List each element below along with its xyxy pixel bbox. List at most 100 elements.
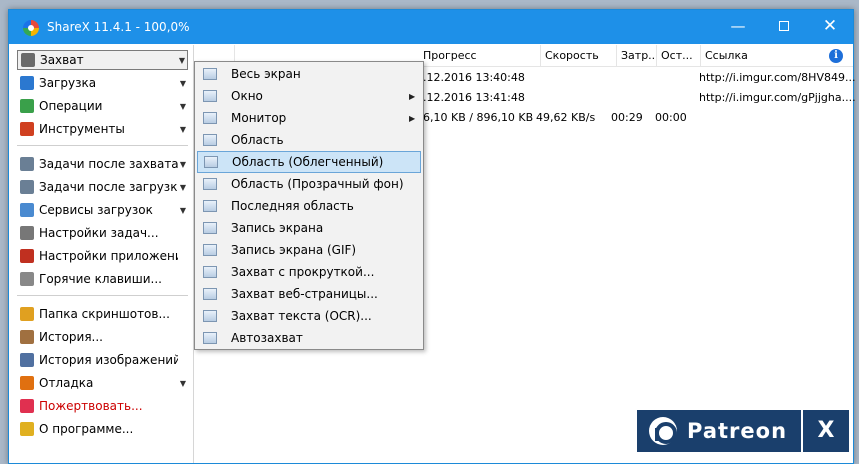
menu-item-screen-recording[interactable]: Запись экрана bbox=[197, 217, 421, 239]
sidebar-item-after-upload-tasks[interactable]: Задачи после загрузки ▼ bbox=[17, 177, 188, 197]
menu-item-webpage-capture[interactable]: Захват веб-страницы... bbox=[197, 283, 421, 305]
close-button[interactable]: ✕ bbox=[807, 10, 853, 44]
menu-item-label: Область (Облегченный) bbox=[232, 155, 384, 169]
sidebar-item-label: Загрузка bbox=[39, 76, 97, 90]
folder-icon bbox=[20, 307, 34, 321]
cell-speed: 49,62 KB/s bbox=[536, 111, 596, 124]
menu-item-region[interactable]: Область bbox=[197, 129, 421, 151]
sidebar-item-about[interactable]: О программе... bbox=[17, 419, 188, 439]
menu-item-window[interactable]: Окно ▶ bbox=[197, 85, 421, 107]
menu-item-last-region[interactable]: Последняя область bbox=[197, 195, 421, 217]
crown-icon bbox=[20, 422, 34, 436]
menu-item-label: Последняя область bbox=[231, 199, 354, 213]
menu-item-label: Автозахват bbox=[231, 331, 303, 345]
info-icon[interactable]: i bbox=[829, 49, 843, 63]
sidebar-item-debug[interactable]: Отладка ▼ bbox=[17, 373, 188, 393]
column-header-speed[interactable]: Скорость bbox=[541, 45, 617, 67]
patreon-banner[interactable]: Patreon X bbox=[635, 408, 851, 454]
monitor-icon bbox=[203, 68, 217, 80]
tasks-icon bbox=[20, 157, 34, 171]
menu-item-label: Область (Прозрачный фон) bbox=[231, 177, 404, 191]
sidebar-item-capture[interactable]: Захват ▼ bbox=[17, 50, 188, 70]
sidebar-item-label: Захват bbox=[40, 53, 84, 67]
video-icon bbox=[203, 222, 217, 234]
sidebar-item-after-capture-tasks[interactable]: Задачи после захвата ▼ bbox=[17, 154, 188, 174]
menu-item-region-transparent[interactable]: Область (Прозрачный фон) bbox=[197, 173, 421, 195]
history-icon bbox=[20, 330, 34, 344]
menu-item-monitor[interactable]: Монитор ▶ bbox=[197, 107, 421, 129]
heart-icon bbox=[20, 399, 34, 413]
chevron-down-icon: ▼ bbox=[179, 378, 187, 388]
maximize-button[interactable] bbox=[761, 10, 807, 44]
image-history-icon bbox=[20, 353, 34, 367]
column-header-elapsed[interactable]: Затр... bbox=[617, 45, 657, 67]
sidebar-item-label: Отладка bbox=[39, 376, 94, 390]
sidebar-item-upload[interactable]: Загрузка ▼ bbox=[17, 73, 188, 93]
sidebar-item-image-history[interactable]: История изображений... bbox=[17, 350, 188, 370]
patreon-label: Patreon bbox=[687, 419, 788, 443]
column-header-remaining[interactable]: Ост... bbox=[657, 45, 701, 67]
sidebar-menu: Захват ▼ Загрузка ▼ Операции ▼ Инструменты ▼ Зад… bbox=[9, 45, 194, 463]
chevron-right-icon: ▶ bbox=[409, 113, 416, 123]
upload-icon bbox=[20, 76, 34, 90]
menu-item-label: Захват веб-страницы... bbox=[231, 287, 378, 301]
cell-progress: 96,10 KB / 896,10 KB bbox=[416, 111, 534, 124]
cell-elapsed: 00:29 bbox=[611, 111, 643, 124]
menu-item-label: Захват текста (OCR)... bbox=[231, 309, 372, 323]
sidebar-item-label: История изображений... bbox=[39, 353, 178, 367]
maximize-icon bbox=[779, 20, 789, 31]
sidebar-item-history[interactable]: История... bbox=[17, 327, 188, 347]
toolbox-icon bbox=[20, 122, 34, 136]
sidebar-divider bbox=[17, 145, 188, 146]
menu-item-auto-capture[interactable]: Автозахват bbox=[197, 327, 421, 349]
menu-item-label: Весь экран bbox=[231, 67, 301, 81]
sidebar-item-label: Папка скриншотов... bbox=[39, 307, 170, 321]
menu-item-scrolling-capture[interactable]: Захват с прокруткой... bbox=[197, 261, 421, 283]
text-icon bbox=[203, 310, 217, 322]
chevron-down-icon: ▼ bbox=[179, 78, 187, 88]
bug-icon bbox=[20, 376, 34, 390]
column-header-progress[interactable]: Прогресс bbox=[419, 45, 541, 67]
sidebar-item-application-settings[interactable]: Настройки приложения... bbox=[17, 246, 188, 266]
sharex-logo-icon bbox=[23, 20, 39, 36]
display-icon bbox=[203, 112, 217, 124]
sidebar-item-hotkey-settings[interactable]: Горячие клавиши... bbox=[17, 269, 188, 289]
wrench-icon bbox=[20, 226, 34, 240]
menu-item-label: Монитор bbox=[231, 111, 287, 125]
patreon-close-x[interactable]: X bbox=[801, 410, 849, 452]
sidebar-divider bbox=[17, 295, 188, 296]
menu-item-label: Окно bbox=[231, 89, 263, 103]
menu-item-region-light[interactable]: Область (Облегченный) bbox=[197, 151, 421, 173]
cloud-icon bbox=[20, 203, 34, 217]
sidebar-item-label: История... bbox=[39, 330, 103, 344]
keyboard-icon bbox=[20, 272, 34, 286]
minimize-button[interactable]: — bbox=[715, 10, 761, 44]
capture-submenu: Весь экран Окно ▶ Монитор ▶ Область Область (О… bbox=[194, 61, 424, 350]
region-icon bbox=[203, 200, 217, 212]
tasks-icon bbox=[20, 180, 34, 194]
menu-item-screen-recording-gif[interactable]: Запись экрана (GIF) bbox=[197, 239, 421, 261]
title-bar[interactable]: ShareX 11.4.1 - 100,0% — ✕ bbox=[9, 10, 853, 44]
globe-icon bbox=[203, 288, 217, 300]
tools-icon bbox=[20, 249, 34, 263]
chevron-down-icon: ▼ bbox=[179, 124, 187, 134]
sidebar-item-task-settings[interactable]: Настройки задач... bbox=[17, 223, 188, 243]
patreon-logo-icon bbox=[649, 417, 677, 445]
region-icon bbox=[204, 156, 218, 168]
sidebar-item-workflows[interactable]: Операции ▼ bbox=[17, 96, 188, 116]
sidebar-item-donate[interactable]: Пожертвовать... bbox=[17, 396, 188, 416]
menu-item-text-capture-ocr[interactable]: Захват текста (OCR)... bbox=[197, 305, 421, 327]
sidebar-item-tools[interactable]: Инструменты ▼ bbox=[17, 119, 188, 139]
sidebar-item-label: Пожертвовать... bbox=[39, 399, 143, 413]
column-header-link[interactable]: Ссылка bbox=[701, 45, 849, 67]
sidebar-item-label: Операции bbox=[39, 99, 103, 113]
sharex-window: ShareX 11.4.1 - 100,0% — ✕ Захват ▼ Загруз… bbox=[8, 9, 856, 464]
menu-item-fullscreen[interactable]: Весь экран bbox=[197, 63, 421, 85]
cell-remaining: 00:00 bbox=[655, 111, 687, 124]
sidebar-item-label: О программе... bbox=[39, 422, 134, 436]
sidebar-item-destinations[interactable]: Сервисы загрузок ▼ bbox=[17, 200, 188, 220]
camera-icon bbox=[21, 53, 35, 67]
clock-icon bbox=[203, 332, 217, 344]
sidebar-item-screenshots-folder[interactable]: Папка скриншотов... bbox=[17, 304, 188, 324]
cell-link: http://i.imgur.com/8HV849... bbox=[699, 71, 856, 84]
